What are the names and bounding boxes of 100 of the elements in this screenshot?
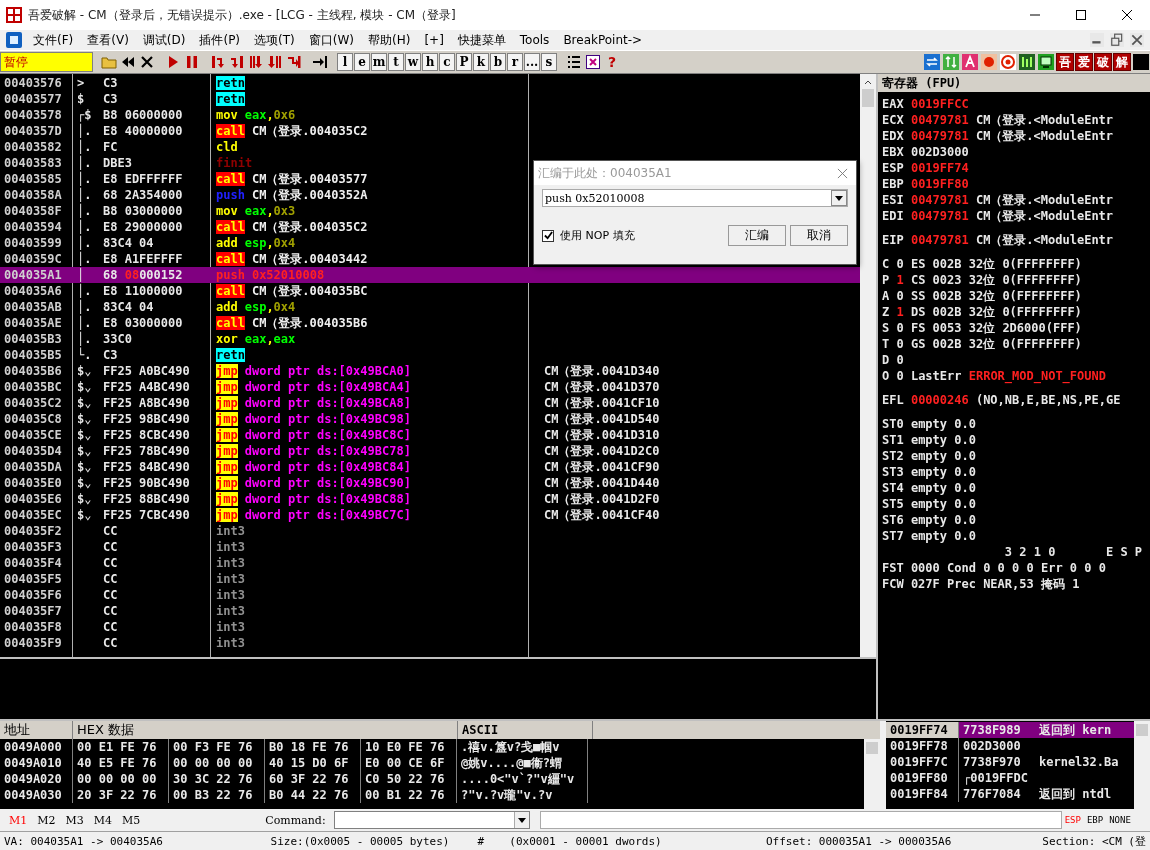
dropdown-icon[interactable] (835, 195, 843, 201)
hex-bytes-cell-text: │. 83C4 04 (77, 298, 155, 315)
brand-button[interactable]: 破 (1094, 52, 1112, 71)
window-button[interactable]: h (422, 52, 438, 71)
register-line: ST2 empty 0.0 (882, 447, 977, 464)
memory-tab[interactable]: M5 (117, 813, 146, 827)
stack-mode-button[interactable]: ESP (1061, 815, 1084, 826)
grid-icon[interactable] (584, 52, 602, 71)
menu-item[interactable]: 调试(D) (135, 30, 193, 50)
scrollbar[interactable] (860, 73, 876, 657)
comment-cell: CM（登录.0041D440 (544, 475, 660, 490)
comment-cell: CM（登录.0041CF90 (544, 459, 660, 474)
restore-icon[interactable] (1110, 33, 1124, 47)
scroll-thumb[interactable] (866, 742, 878, 755)
scrollbar[interactable] (1134, 721, 1150, 810)
register-line: ST5 empty 0.0 (882, 495, 977, 512)
scroll-thumb[interactable] (1136, 724, 1148, 737)
menu-item[interactable]: 快捷菜单 (450, 30, 513, 50)
hex-bytes-cell-text: │. E8 29000000 (77, 218, 184, 235)
comment-cell: CM（登录.0041CF40 (544, 507, 660, 522)
hex-bytes-cell-text: $⌄ FF25 90BC490 (77, 474, 191, 491)
window-button[interactable]: r (507, 52, 523, 71)
menu-item[interactable]: 插件(P) (192, 30, 248, 50)
comment-cell: 返回到 ntdl (1039, 787, 1112, 802)
brand-button[interactable]: 解 (1113, 52, 1131, 71)
window-button[interactable]: m (371, 52, 387, 71)
swap-icon[interactable] (942, 52, 960, 71)
brand-button[interactable]: 吾 (1056, 52, 1074, 71)
menu-item[interactable]: 窗口(W) (301, 30, 361, 50)
square-icon[interactable] (1132, 52, 1150, 71)
text-field[interactable] (539, 811, 1062, 830)
target-icon[interactable] (999, 52, 1017, 71)
address-cell-text: 00403599 (3, 234, 63, 251)
dialog-button[interactable]: 汇编 (728, 225, 786, 246)
window-button[interactable]: k (473, 52, 489, 71)
hex-cell: 30 3C 22 76 (169, 771, 265, 788)
instruction-cell-text: call CM（登录.004035BC (216, 282, 369, 299)
instruction-cell-text: int3 (216, 570, 246, 587)
checkbox[interactable] (542, 229, 554, 242)
status-text: (0x0001 - 00001 dwords) (508, 834, 663, 848)
address-cell-text: 004035C2 (3, 394, 63, 411)
menu-item[interactable]: 文件(F) (26, 30, 81, 50)
menu-item[interactable]: Tools (512, 30, 557, 50)
refresh-icon[interactable] (923, 52, 941, 71)
window-button[interactable]: b (490, 52, 506, 71)
monitor-icon[interactable] (1037, 52, 1055, 71)
instruction-cell-text: call CM（登录.00403577 (216, 170, 369, 187)
record-icon[interactable] (980, 52, 998, 71)
address-cell: 0019FF74 (886, 722, 959, 739)
window-button[interactable]: s (541, 52, 557, 71)
menu-item[interactable]: 查看(V) (80, 30, 136, 50)
scroll-thumb[interactable] (862, 88, 874, 107)
command-field[interactable] (333, 811, 530, 830)
hex-cell: 10 E0 FE 76 (361, 739, 457, 756)
scrollbar[interactable] (864, 739, 880, 810)
window-button[interactable]: t (388, 52, 404, 71)
ascii-cell: @姚v....@■衞?蝟 (457, 755, 588, 772)
address-cell-text: 004035C8 (3, 410, 63, 427)
instruction-cell-text: jmp dword ptr ds:[0x49BCA4] (216, 378, 412, 395)
address-cell: 0019FF84 (886, 786, 959, 803)
memory-tab[interactable]: M1 (4, 813, 33, 827)
checkbox-label[interactable]: 使用 NOP 填充 (560, 228, 635, 243)
ascii-cell: ?"v.?v瓏"v.?v (457, 787, 588, 804)
menu-item[interactable]: BreakPoint-> (556, 30, 650, 50)
brand-button[interactable]: 爱 (1075, 52, 1093, 71)
instruction-cell-text: int3 (216, 618, 246, 635)
menu-item[interactable]: 帮助(H) (361, 30, 418, 50)
memory-tab[interactable]: M2 (32, 813, 61, 827)
register-line: ST1 empty 0.0 (882, 431, 977, 448)
window-button[interactable]: P (456, 52, 472, 71)
window-button[interactable]: e (354, 52, 370, 71)
address-cell-text: 004035F5 (3, 570, 63, 587)
panel-title: 寄存器 (FPU) (878, 73, 1150, 92)
help-button[interactable]: ? (603, 52, 621, 71)
instruction-field[interactable]: push 0x52010008 (542, 189, 848, 207)
hex-bytes-cell-text: ┌$ B8 06000000 (77, 106, 184, 123)
window-button[interactable]: c (439, 52, 455, 71)
menu-item[interactable]: [+] (417, 30, 451, 50)
letter-a-icon[interactable] (961, 52, 979, 71)
memory-tab[interactable]: M3 (60, 813, 89, 827)
register-line: ST0 empty 0.0 (882, 415, 977, 432)
memory-tab[interactable]: M4 (88, 813, 118, 827)
hex-cell: E0 00 CE 6F (361, 755, 457, 772)
address-cell-text: 004035B3 (3, 330, 63, 347)
bars-icon[interactable] (1018, 52, 1036, 71)
window-button[interactable]: w (405, 52, 421, 71)
menu-item[interactable]: 选项(T) (247, 30, 302, 50)
minimize-icon[interactable] (1090, 33, 1104, 47)
address-cell-text: 0040358F (3, 202, 63, 219)
comment-cell: CM（登录.0041D2F0 (544, 491, 660, 506)
dropdown-icon[interactable] (517, 817, 526, 823)
hex-bytes-cell-text: CC (102, 618, 119, 635)
close-icon[interactable] (1130, 33, 1144, 47)
instruction-cell-text: jmp dword ptr ds:[0x49BC88] (216, 490, 412, 507)
window-button[interactable]: ... (524, 52, 540, 71)
stack-mode-button[interactable]: NONE (1106, 815, 1134, 826)
window-button[interactable]: l (337, 52, 353, 71)
stack-mode-button[interactable]: EBP (1083, 815, 1107, 826)
status-text: # (476, 834, 485, 848)
dialog-button[interactable]: 取消 (790, 225, 848, 246)
